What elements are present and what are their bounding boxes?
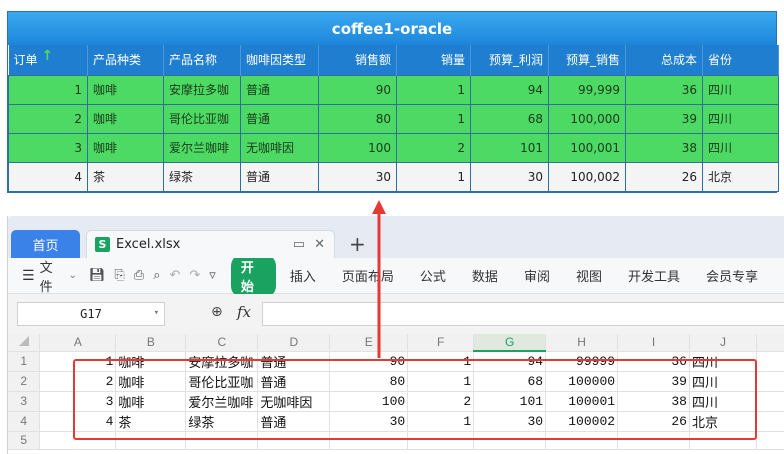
annotation-arrow (372, 200, 386, 358)
